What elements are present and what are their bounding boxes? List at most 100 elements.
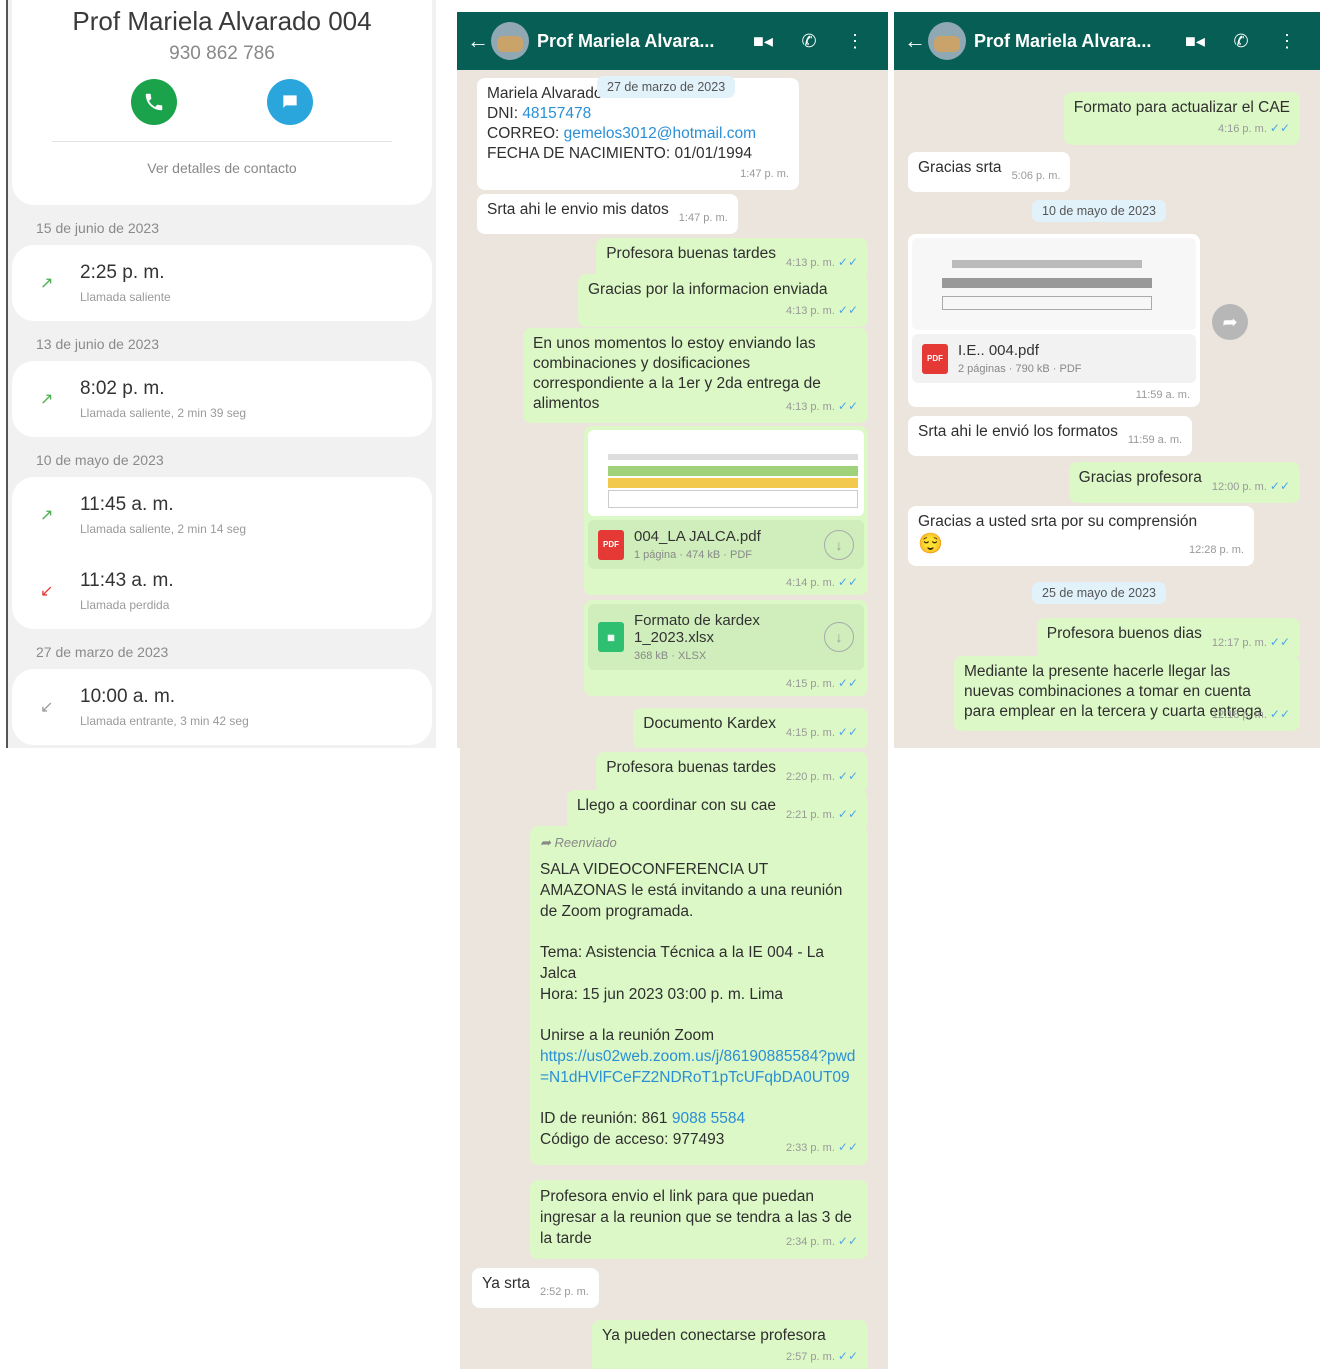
date-pill: 10 de mayo de 2023 <box>1032 200 1166 222</box>
contact-details-link[interactable]: Ver detalles de contacto <box>12 160 432 176</box>
message-text: Ya pueden conectarse profesora <box>602 1327 826 1344</box>
video-call-icon[interactable]: ■◂ <box>1172 31 1218 52</box>
message-text: Unirse a la reunión Zoom <box>540 1027 715 1044</box>
avatar[interactable] <box>928 22 966 60</box>
message-incoming[interactable]: Gracias a usted srta por su comprensión … <box>908 506 1254 566</box>
message-time: 1:47 p. m. <box>740 168 789 180</box>
call-desc: Llamada saliente <box>80 290 171 304</box>
document-message[interactable]: ▦ Formato de kardex 1_2023.xlsx 368 kB · … <box>584 600 868 696</box>
file-meta: 1 página · 474 kB · PDF <box>634 549 753 561</box>
chat-title[interactable]: Prof Mariela Alvara... <box>537 31 740 52</box>
forwarded-label: ➦ Reenviado <box>540 832 858 853</box>
message-outgoing[interactable]: Gracias profesora 12:00 p. m. ✓✓ <box>1068 462 1300 503</box>
call-entry[interactable]: ↗ 11:45 a. m. Llamada saliente, 2 min 14 … <box>12 477 432 553</box>
download-icon[interactable]: ↓ <box>824 529 854 560</box>
message-incoming[interactable]: Gracias srta 5:06 p. m. <box>908 152 1071 192</box>
phone-icon[interactable]: ✆ <box>1218 31 1264 52</box>
message-outgoing[interactable]: Llego a coordinar con su cae 2:21 p. m. ✓✓ <box>566 790 868 831</box>
spreadsheet-icon: ▦ <box>598 622 624 652</box>
message-text: Llego a coordinar con su cae <box>576 797 776 814</box>
chat-title[interactable]: Prof Mariela Alvara... <box>974 31 1172 52</box>
message-text: Gracias profesora <box>1078 469 1202 486</box>
call-entry[interactable]: ↗ 2:25 p. m. Llamada saliente <box>12 245 432 321</box>
message-outgoing[interactable]: Mediante la presente hacerle llegar las … <box>954 656 1300 731</box>
file-meta: 2 páginas · 790 kB · PDF <box>958 363 1082 375</box>
message-outgoing[interactable]: Documento Kardex 4:15 p. m. ✓✓ <box>633 708 868 748</box>
forward-icon[interactable]: ➦ <box>1212 304 1248 340</box>
read-ticks-icon: ✓✓ <box>1269 479 1290 493</box>
message-outgoing[interactable]: En unos momentos lo estoy enviando las c… <box>523 328 868 423</box>
call-entry[interactable]: ↙ 11:43 a. m. Llamada perdida <box>12 553 432 629</box>
email-link[interactable]: gemelos3012@hotmail.com <box>564 125 756 142</box>
document-message[interactable]: PDF I.E.. 004.pdf 2 páginas · 790 kB · PD… <box>908 234 1200 407</box>
more-options-icon[interactable]: ⋮ <box>832 31 878 52</box>
pdf-icon: PDF <box>922 343 948 374</box>
document-file-row: PDF I.E.. 004.pdf 2 páginas · 790 kB · PD… <box>912 334 1196 383</box>
message-outgoing[interactable]: Profesora buenos dias 12:17 p. m. ✓✓ <box>1036 618 1300 659</box>
file-name: I.E.. 004.pdf <box>958 342 1039 359</box>
message-button[interactable] <box>267 79 313 125</box>
back-arrow-icon[interactable]: ← <box>904 28 926 54</box>
message-outgoing[interactable]: Profesora envio el link para que puedan … <box>530 1180 868 1259</box>
forwarded-message[interactable]: ➦ Reenviado SALA VIDEOCONFERENCIA UT AMA… <box>530 826 868 1165</box>
more-options-icon[interactable]: ⋮ <box>1264 31 1310 52</box>
message-text: Gracias srta <box>918 159 1002 176</box>
call-entry[interactable]: ↗ 8:02 p. m. Llamada saliente, 2 min 39 s… <box>12 361 432 437</box>
message-outgoing[interactable]: Ya pueden conectarse profesora 2:57 p. m… <box>592 1320 868 1369</box>
file-name: Formato de kardex 1_2023.xlsx <box>634 612 760 646</box>
call-date-label: 15 de junio de 2023 <box>36 220 159 236</box>
message-time: 12:17 p. m. <box>1211 637 1267 649</box>
message-time: 4:15 p. m. <box>785 678 835 690</box>
message-time: 11:59 a. m. <box>1127 434 1183 446</box>
message-incoming[interactable]: Srta ahi le envió los formatos 11:59 a. m… <box>908 416 1193 456</box>
message-outgoing[interactable]: Profesora buenas tardes 2:20 p. m. ✓✓ <box>596 752 868 793</box>
message-outgoing[interactable]: Profesora buenas tardes 4:13 p. m. ✓✓ <box>596 238 868 279</box>
read-ticks-icon: ✓✓ <box>1269 635 1290 649</box>
video-call-icon[interactable]: ■◂ <box>740 31 786 52</box>
message-text: DNI: <box>487 105 518 122</box>
message-text: Ya srta <box>482 1275 530 1292</box>
document-thumbnail <box>588 430 864 516</box>
message-outgoing[interactable]: Formato para actualizar el CAE 4:16 p. m… <box>1063 92 1300 145</box>
read-ticks-icon: ✓✓ <box>1269 707 1290 721</box>
message-text: ID de reunión: 861 <box>540 1110 668 1127</box>
call-time: 8:02 p. m. <box>80 378 165 399</box>
message-time: 12:18 p. m. <box>1211 709 1267 721</box>
contact-call-log-panel: Prof Mariela Alvarado 004 930 862 786 Ve… <box>6 0 436 748</box>
date-pill: 27 de marzo de 2023 <box>597 76 736 98</box>
date-pill: 25 de mayo de 2023 <box>1032 582 1166 604</box>
phone-icon[interactable]: ✆ <box>786 31 832 52</box>
chat-bubble-icon <box>283 95 297 108</box>
file-meta: 368 kB · XLSX <box>634 650 707 662</box>
forward-arrow-icon: ➦ <box>540 835 555 850</box>
pdf-icon: PDF <box>598 529 624 560</box>
message-text: Documento Kardex <box>643 715 776 732</box>
message-time: 4:13 p. m. <box>785 305 835 317</box>
call-desc: Llamada saliente, 2 min 39 seg <box>80 406 247 420</box>
message-incoming[interactable]: Srta ahi le envio mis datos 1:47 p. m. <box>477 194 738 234</box>
call-desc: Llamada entrante, 3 min 42 seg <box>80 714 249 728</box>
message-outgoing[interactable]: Gracias por la informacion enviada 4:13 … <box>578 274 868 327</box>
call-time: 11:45 a. m. <box>80 494 174 515</box>
read-ticks-icon: ✓✓ <box>837 575 858 589</box>
message-time: 2:20 p. m. <box>785 771 835 783</box>
document-thumbnail <box>912 238 1196 330</box>
message-text: Hora: 15 jun 2023 03:00 p. m. Lima <box>540 986 783 1003</box>
call-entry[interactable]: ↙ 10:00 a. m. Llamada entrante, 3 min 42 … <box>12 669 432 745</box>
download-icon[interactable]: ↓ <box>824 622 854 652</box>
message-time: 4:14 p. m. <box>785 577 835 589</box>
call-date-label: 27 de marzo de 2023 <box>36 644 169 660</box>
zoom-link[interactable]: https://us02web.zoom.us/j/86190885584?pw… <box>540 1046 858 1088</box>
message-text: Formato para actualizar el CAE <box>1073 99 1290 116</box>
document-message[interactable]: PDF 004_LA JALCA.pdf 1 página · 474 kB · … <box>584 426 868 595</box>
message-time: 2:21 p. m. <box>785 809 835 821</box>
call-time: 2:25 p. m. <box>80 262 165 283</box>
meeting-id-link[interactable]: 9088 5584 <box>672 1110 745 1127</box>
read-ticks-icon: ✓✓ <box>837 725 858 739</box>
back-arrow-icon[interactable]: ← <box>467 28 489 54</box>
phone-link[interactable]: 48157478 <box>522 105 591 122</box>
avatar[interactable] <box>491 22 529 60</box>
call-button[interactable] <box>131 79 177 125</box>
call-group: ↗ 11:45 a. m. Llamada saliente, 2 min 14 … <box>12 477 432 629</box>
message-incoming[interactable]: Ya srta 2:52 p. m. <box>472 1268 599 1308</box>
